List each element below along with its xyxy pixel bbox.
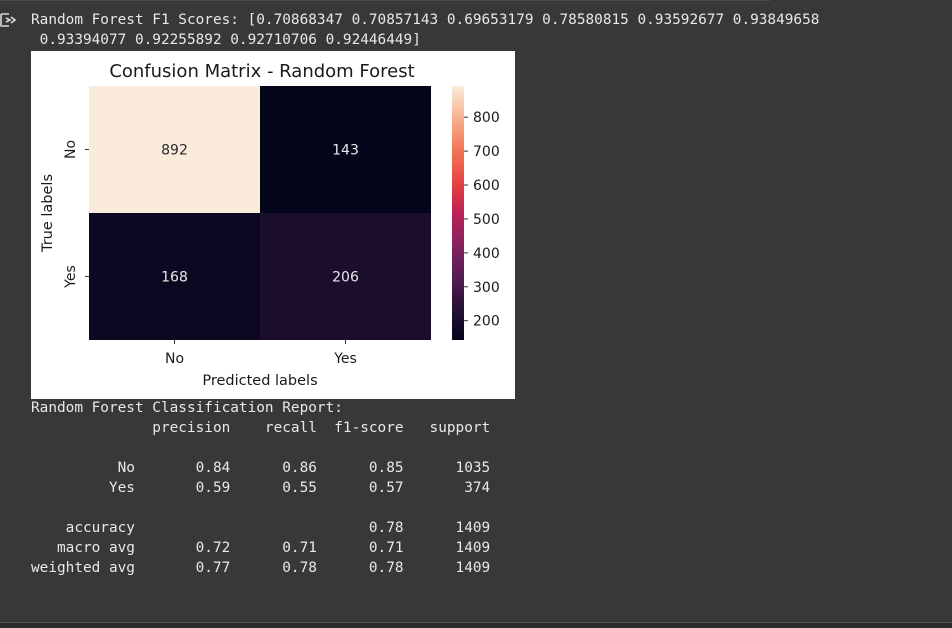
cell-bottom-divider xyxy=(0,622,952,628)
report-row-no: No 0.84 0.86 0.85 1035 xyxy=(31,460,491,476)
x-tick-label: No xyxy=(165,351,184,367)
colorbar xyxy=(452,86,464,340)
x-tick-label: Yes xyxy=(333,351,357,367)
report-row-macro-avg: macro avg 0.72 0.71 0.71 1409 xyxy=(31,540,491,556)
report-title: Random Forest Classification Report: xyxy=(31,400,343,416)
f1-scores-line-1: Random Forest F1 Scores: [0.70868347 0.7… xyxy=(31,12,820,28)
cell-value-label: 143 xyxy=(332,143,359,159)
confusion-matrix-figure: Confusion Matrix - Random Forest 892 143 16… xyxy=(31,51,515,399)
colorbar-tick-label: 600 xyxy=(473,178,500,194)
y-axis-label: True labels xyxy=(40,174,56,253)
cell-top-divider xyxy=(0,0,770,1)
report-row-weighted-avg: weighted avg 0.77 0.78 0.78 1409 xyxy=(31,560,491,576)
colorbar-tick-label: 700 xyxy=(473,144,500,160)
report-header: precision recall f1-score support xyxy=(31,420,491,436)
report-row-accuracy: accuracy 0.78 1409 xyxy=(31,520,491,536)
chart-title: Confusion Matrix - Random Forest xyxy=(109,61,414,82)
cell-value-label: 206 xyxy=(332,270,359,286)
x-axis-label: Predicted labels xyxy=(202,373,317,389)
cell-value-label: 168 xyxy=(161,270,188,286)
y-tick-label: No xyxy=(63,140,79,159)
output-toggle-icon[interactable] xyxy=(0,11,18,29)
colorbar-tick-label: 400 xyxy=(473,246,500,262)
confusion-matrix-heatmap: Confusion Matrix - Random Forest 892 143 16… xyxy=(40,61,500,389)
f1-scores-line-2: 0.93394077 0.92255892 0.92710706 0.92446… xyxy=(31,32,421,48)
cell-value-label: 892 xyxy=(161,143,188,159)
report-row-yes: Yes 0.59 0.55 0.57 374 xyxy=(31,480,491,496)
colorbar-tick-label: 800 xyxy=(473,110,500,126)
colorbar-tick-label: 200 xyxy=(473,314,500,330)
colorbar-tick-label: 300 xyxy=(473,280,500,296)
colorbar-tick-label: 500 xyxy=(473,212,500,228)
y-tick-label: Yes xyxy=(63,265,79,289)
